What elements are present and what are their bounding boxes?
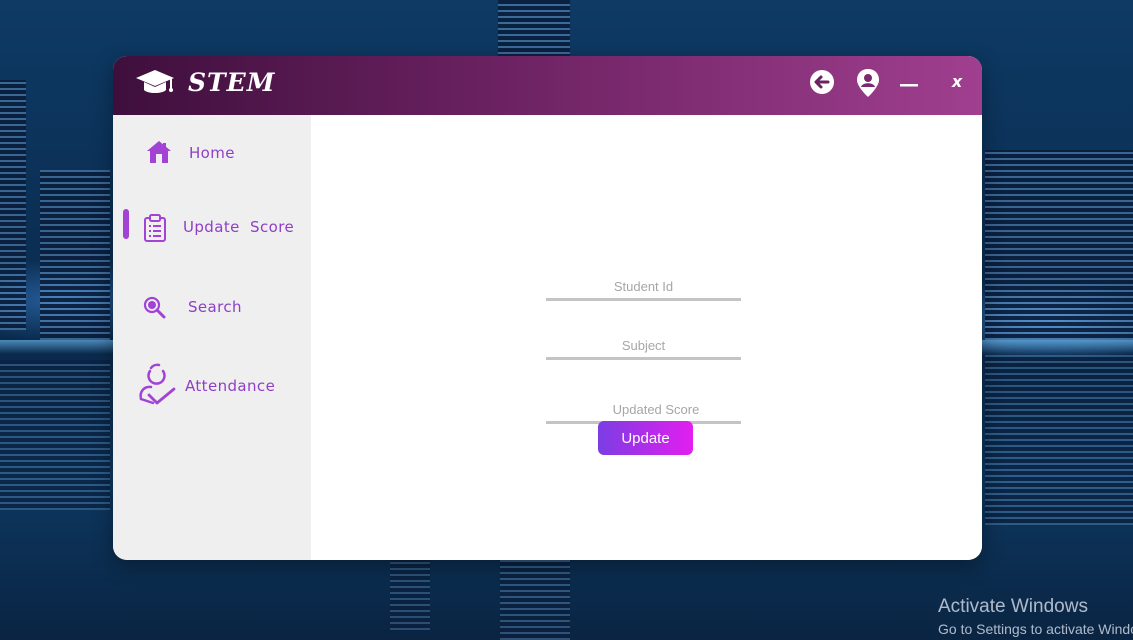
clipboard-icon	[144, 214, 166, 242]
sidebar-item-label: Search	[188, 298, 242, 316]
back-arrow-icon[interactable]	[809, 68, 835, 98]
update-score-panel: Update	[311, 115, 982, 560]
city-reflection	[0, 360, 110, 510]
watermark-subtitle: Go to Settings to activate Windows.	[938, 621, 1133, 637]
sidebar-item-label: Update Score	[183, 218, 295, 236]
city-reflection	[985, 355, 1133, 525]
sidebar-item-label: Home	[189, 144, 235, 162]
user-pin-icon[interactable]	[855, 68, 881, 98]
city-reflection	[500, 560, 570, 640]
sidebar: Home Update Score Search Attendance	[113, 115, 311, 560]
app-title: STEM	[188, 68, 276, 97]
attendance-icon	[139, 363, 176, 405]
input-underline	[546, 357, 741, 360]
city-building	[0, 80, 26, 330]
student-id-input[interactable]	[546, 272, 741, 300]
subject-field-wrapper	[546, 331, 741, 361]
sidebar-item-label: Attendance	[185, 377, 276, 395]
close-button[interactable]: x	[949, 72, 965, 96]
graduation-cap-icon	[136, 70, 174, 93]
city-reflection	[390, 560, 430, 630]
sidebar-item-home[interactable]: Home	[113, 129, 311, 181]
city-building	[40, 170, 110, 340]
watermark-title: Activate Windows	[938, 596, 1088, 617]
app-window: STEM x Home Update Score Search Attendan…	[113, 56, 982, 560]
title-bar: STEM x	[113, 56, 982, 115]
city-building	[985, 150, 1133, 340]
updated-score-input[interactable]	[546, 395, 741, 423]
subject-input[interactable]	[546, 331, 741, 359]
student-id-field-wrapper	[546, 272, 741, 302]
desktop-background: Activate Windows Go to Settings to activ…	[0, 0, 1133, 640]
minimize-icon[interactable]	[899, 74, 921, 94]
sidebar-item-update-score[interactable]: Update Score	[113, 203, 311, 255]
search-icon	[143, 296, 166, 319]
sidebar-item-search[interactable]: Search	[113, 283, 311, 335]
activate-windows-watermark: Activate Windows Go to Settings to activ…	[938, 596, 1133, 640]
sidebar-item-attendance[interactable]: Attendance	[113, 355, 311, 419]
home-icon	[147, 141, 171, 163]
input-underline	[546, 298, 741, 301]
city-building	[498, 0, 570, 60]
update-button[interactable]: Update	[598, 421, 693, 455]
